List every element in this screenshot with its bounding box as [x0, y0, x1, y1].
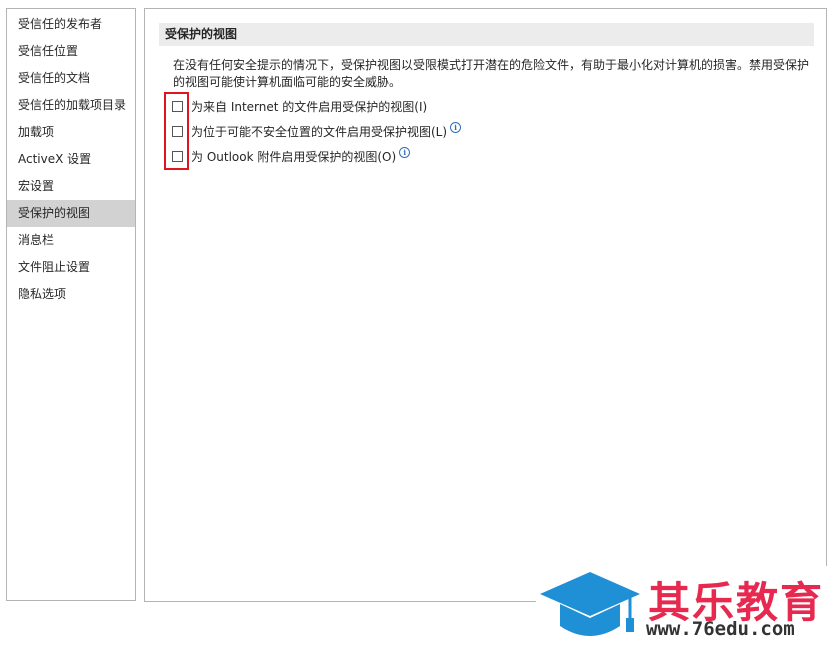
option-label-outlook-attachments: 为 Outlook 附件启用受保护的视图(O): [191, 149, 397, 164]
sidebar-list: 受信任的发布者 受信任位置 受信任的文档 受信任的加载项目录 加载项 Activ…: [7, 11, 135, 308]
watermark-logo: 其乐教育 www.76edu.com: [536, 566, 834, 646]
option-internet-files[interactable]: 为来自 Internet 的文件启用受保护的视图(I): [172, 97, 427, 115]
sidebar-item-trusted-publishers[interactable]: 受信任的发布者: [7, 11, 135, 38]
sidebar-item-trusted-documents[interactable]: 受信任的文档: [7, 65, 135, 92]
graduation-cap-icon: [540, 572, 640, 636]
option-outlook-attachments[interactable]: 为 Outlook 附件启用受保护的视图(O) i: [172, 146, 411, 165]
sidebar-item-activex-settings[interactable]: ActiveX 设置: [7, 146, 135, 173]
info-icon[interactable]: i: [399, 146, 411, 158]
sidebar-item-privacy-options[interactable]: 隐私选项: [7, 281, 135, 308]
info-icon[interactable]: i: [450, 121, 462, 133]
sidebar-item-macro-settings[interactable]: 宏设置: [7, 173, 135, 200]
settings-panel: 受保护的视图 在没有任何安全提示的情况下，受保护视图以受限模式打开潜在的危险文件…: [144, 8, 827, 602]
sidebar-item-addins[interactable]: 加载项: [7, 119, 135, 146]
watermark-url: www.76edu.com: [646, 618, 795, 640]
sidebar-item-message-bar[interactable]: 消息栏: [7, 227, 135, 254]
sidebar-item-trusted-addin-catalogs[interactable]: 受信任的加载项目录: [7, 92, 135, 119]
section-title: 受保护的视图: [159, 23, 814, 46]
sidebar-item-file-block-settings[interactable]: 文件阻止设置: [7, 254, 135, 281]
sidebar-item-protected-view[interactable]: 受保护的视图: [7, 200, 135, 227]
section-description: 在没有任何安全提示的情况下，受保护视图以受限模式打开潜在的危险文件，有助于最小化…: [173, 58, 810, 89]
trust-center-sidebar: 受信任的发布者 受信任位置 受信任的文档 受信任的加载项目录 加载项 Activ…: [6, 8, 136, 601]
checkbox-highlight-box: [164, 92, 189, 170]
option-unsafe-locations[interactable]: 为位于可能不安全位置的文件启用受保护视图(L) i: [172, 121, 462, 140]
option-label-unsafe-locations: 为位于可能不安全位置的文件启用受保护视图(L): [191, 124, 448, 139]
option-label-internet-files: 为来自 Internet 的文件启用受保护的视图(I): [191, 99, 428, 114]
sidebar-item-trusted-locations[interactable]: 受信任位置: [7, 38, 135, 65]
